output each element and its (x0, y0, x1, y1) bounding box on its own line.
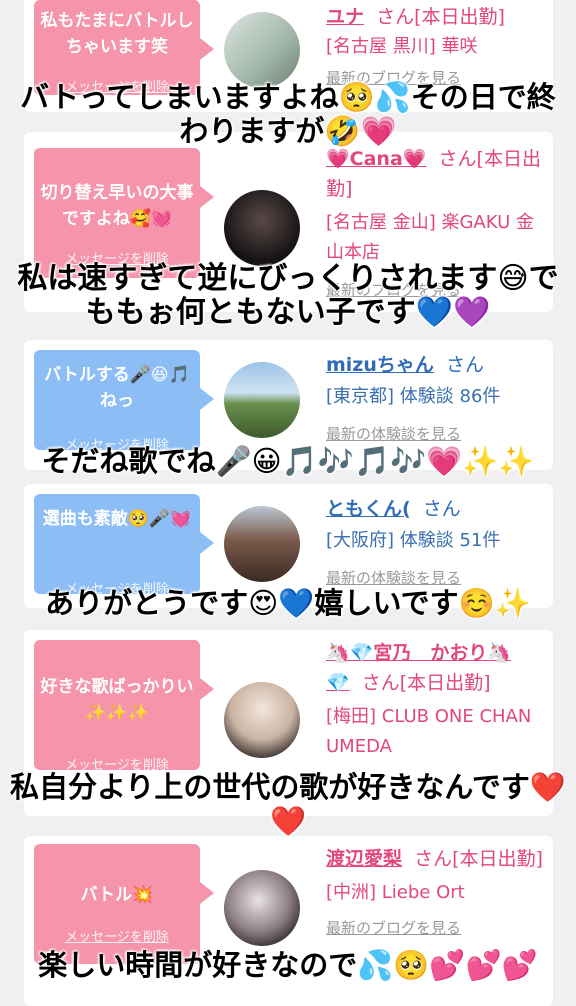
avatar[interactable] (224, 362, 300, 438)
avatar[interactable] (224, 506, 300, 582)
overlay-caption: 私自分より上の世代の歌が好きなんです❤️❤️ (9, 770, 567, 838)
profile-name[interactable]: ユナ さん[本日出勤] (326, 2, 543, 32)
delete-message-link[interactable]: メッセージを削除 (34, 926, 200, 945)
message-text: 選曲も素敵🥺🎤💓 (42, 509, 192, 529)
avatar[interactable] (224, 190, 300, 266)
shop-info: [名古屋 金山] 楽GAKU 金山本店 (326, 212, 534, 263)
avatar[interactable] (224, 682, 300, 758)
latest-blog-link[interactable]: 最新のブログを見る (326, 916, 543, 940)
review-info: [東京都] 体験談 86件 (326, 386, 501, 407)
shop-info: [名古屋 黒川] 華咲 (326, 36, 478, 57)
review-info: [大阪府] 体験談 51件 (326, 530, 501, 551)
overlay-caption: 私は速すぎて逆にびっくりされます😅でももぉ何ともない子です💙💜 (17, 261, 559, 330)
message-bubble: 選曲も素敵🥺🎤💓 メッセージを削除 (34, 494, 214, 597)
message-bubble: 切り替え早いの大事ですよね🥰💓 メッセージを削除 (34, 148, 214, 278)
shop-info: [中洲] Liebe Ort (326, 882, 465, 903)
message-text: 切り替え早いの大事ですよね🥰💓 (40, 183, 194, 229)
profile-name[interactable]: 💗Cana💗 さん[本日出勤] (326, 144, 543, 204)
profile-name[interactable]: 渡辺愛梨 さん[本日出勤] (326, 844, 543, 874)
message-text: 好きな歌ばっかりい✨✨✨ (40, 677, 194, 723)
avatar[interactable] (224, 870, 300, 946)
overlay-caption: バトってしまいますよね🥺💦その日で終わりますが🤣💗 (20, 80, 556, 148)
message-text: バトル💥 (80, 885, 154, 905)
message-text: 私もたまにバトルしちゃいます笑 (40, 11, 194, 57)
message-bubble: バトル💥 メッセージを削除 (34, 844, 214, 964)
message-bubble: バトルする🎤😆🎵ねっ メッセージを削除 (34, 350, 214, 453)
shop-info: [梅田] CLUB ONE CHAN UMEDA (326, 706, 532, 757)
latest-review-link[interactable]: 最新の体験談を見る (326, 422, 543, 446)
profile-name[interactable]: ともくん( さん (326, 494, 543, 524)
message-bubble: 好きな歌ばっかりい✨✨✨ メッセージを削除 (34, 640, 214, 773)
avatar[interactable] (224, 12, 300, 88)
overlay-caption: そだね歌でね🎤😀🎵🎶🎵🎶💗✨✨ (41, 444, 535, 478)
message-text: バトルする🎤😆🎵ねっ (44, 365, 190, 411)
profile-name[interactable]: 🦄💎宮乃 かおり🦄💎 さん[本日出勤] (326, 638, 543, 698)
overlay-caption: ありがとうです😍💙嬉しいです☺️✨ (45, 586, 531, 620)
overlay-caption: 楽しい時間が好きなので💦🥺💕💕💕 (38, 948, 538, 982)
profile-name[interactable]: mizuちゃん さん (326, 350, 543, 380)
